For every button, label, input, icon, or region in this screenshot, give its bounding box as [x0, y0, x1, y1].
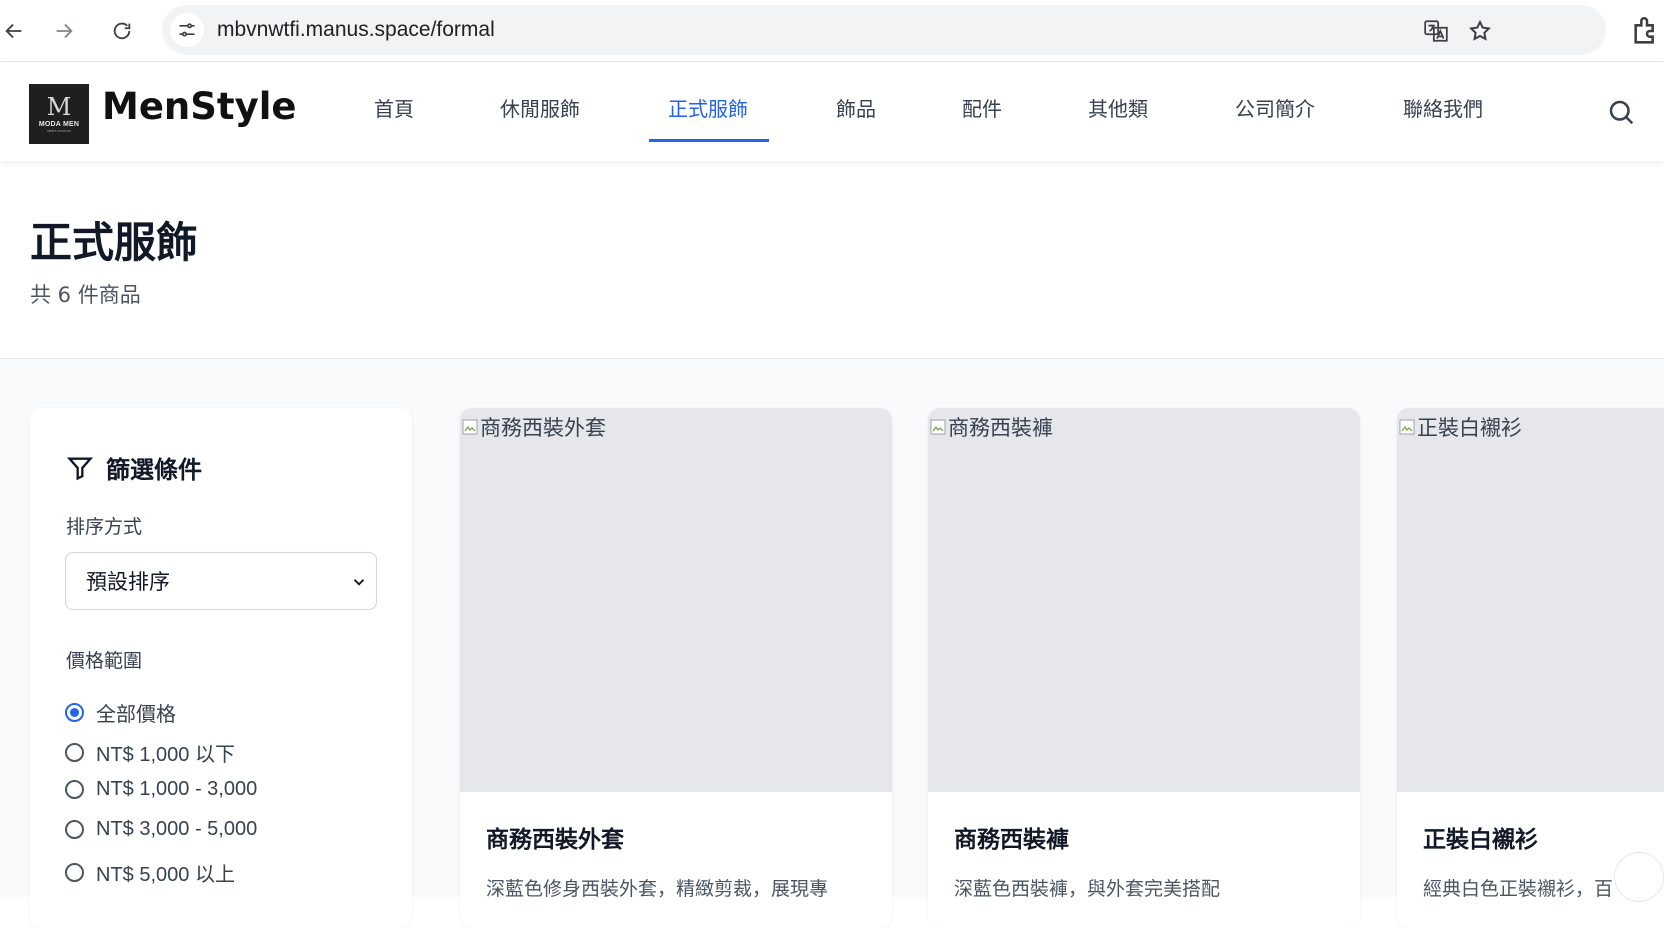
product-image[interactable]: 商務西裝外套: [460, 408, 892, 792]
forward-icon: [56, 23, 73, 39]
back-button[interactable]: [0, 14, 31, 48]
broken-image-icon: [1399, 419, 1415, 435]
price-option-label: NT$ 3,000 - 5,000: [96, 818, 258, 840]
site-info-icon: [179, 23, 195, 37]
logo[interactable]: M MODA MEN MEN'S FASHION: [29, 84, 89, 144]
product-name[interactable]: 商務西裝外套: [486, 820, 624, 854]
nav-home[interactable]: 首頁: [374, 93, 414, 122]
price-option-all[interactable]: 全部價格: [65, 698, 176, 727]
back-icon: [5, 23, 22, 39]
browser-toolbar: mbvnwtfi.manus.space/formal: [0, 0, 1664, 62]
main-content: 篩選條件 排序方式 預設排序 價格範圍 全部價格 NT$ 1,000 以下 NT…: [0, 360, 1664, 928]
site-info-button[interactable]: [170, 13, 204, 47]
price-option-label: 全部價格: [96, 704, 176, 726]
radio-button[interactable]: [65, 820, 84, 839]
price-option-label: NT$ 1,000 - 3,000: [96, 778, 258, 800]
product-count: 共 6 件商品: [30, 283, 141, 307]
filter-icon: [66, 457, 94, 480]
forward-button[interactable]: [47, 14, 81, 48]
radio-button[interactable]: [65, 780, 84, 799]
translate-button[interactable]: [1422, 17, 1450, 45]
filter-title: 篩選條件: [106, 456, 202, 484]
floating-action-button[interactable]: [1614, 852, 1664, 902]
nav-contact[interactable]: 聯絡我們: [1403, 93, 1483, 122]
reload-icon: [113, 22, 131, 40]
nav-formal[interactable]: 正式服飾: [668, 93, 748, 122]
logo-mark: M: [46, 93, 72, 121]
sort-label: 排序方式: [66, 516, 143, 538]
extensions-icon: [1634, 17, 1654, 44]
translate-icon: [1424, 20, 1448, 42]
product-card[interactable]: 商務西裝外套 商務西裝外套 深藍色修身西裝外套，精緻剪裁，展現專: [460, 408, 892, 928]
image-alt-text: 商務西裝褲: [948, 416, 1053, 440]
site-header: M MODA MEN MEN'S FASHION MenStyle 首頁 休閒服…: [0, 63, 1664, 161]
search-button[interactable]: [1606, 97, 1638, 129]
sort-select-value: 預設排序: [86, 570, 170, 594]
product-card[interactable]: 商務西裝褲 商務西裝褲 深藍色西裝褲，與外套完美搭配: [928, 408, 1360, 928]
logo-tagline: MEN'S FASHION: [47, 129, 71, 133]
nav-active-indicator: [649, 139, 769, 142]
search-icon: [1609, 100, 1634, 125]
star-icon: [1469, 19, 1491, 41]
nav-accessories[interactable]: 配件: [962, 93, 1002, 122]
radio-button[interactable]: [65, 743, 84, 762]
filter-panel: 篩選條件 排序方式 預設排序 價格範圍 全部價格 NT$ 1,000 以下 NT…: [30, 408, 412, 928]
sort-select[interactable]: 預設排序: [65, 552, 377, 610]
brand-name[interactable]: MenStyle: [102, 85, 297, 128]
product-card[interactable]: 正裝白襯衫 正裝白襯衫 經典白色正裝襯衫，百: [1397, 408, 1664, 928]
nav-others[interactable]: 其他類: [1088, 93, 1148, 122]
price-option-label: NT$ 5,000 以上: [96, 864, 235, 886]
radio-button[interactable]: [65, 863, 84, 882]
image-alt-text: 商務西裝外套: [480, 416, 606, 440]
price-option-under-1000[interactable]: NT$ 1,000 以下: [65, 738, 235, 767]
price-option-3000-5000[interactable]: NT$ 3,000 - 5,000: [65, 818, 257, 841]
broken-image-icon: [930, 419, 946, 435]
nav-about[interactable]: 公司簡介: [1235, 93, 1315, 122]
bookmark-button[interactable]: [1466, 17, 1494, 45]
extensions-button[interactable]: [1630, 14, 1664, 48]
address-bar[interactable]: mbvnwtfi.manus.space/formal: [162, 5, 1606, 55]
broken-image-icon: [462, 419, 478, 435]
image-alt-text: 正裝白襯衫: [1417, 416, 1522, 440]
logo-text: MODA MEN: [38, 121, 80, 128]
filter-header: 篩選條件: [66, 450, 202, 485]
product-name[interactable]: 商務西裝褲: [954, 820, 1069, 854]
nav-jewelry[interactable]: 飾品: [836, 93, 876, 122]
radio-button[interactable]: [65, 703, 84, 722]
page-header: 正式服飾 共 6 件商品: [0, 161, 1664, 359]
page-title: 正式服飾: [30, 218, 199, 267]
product-image[interactable]: 商務西裝褲: [928, 408, 1360, 792]
nav-casual[interactable]: 休閒服飾: [500, 93, 580, 122]
url-text[interactable]: mbvnwtfi.manus.space/formal: [217, 18, 495, 42]
price-option-1000-3000[interactable]: NT$ 1,000 - 3,000: [65, 778, 257, 801]
reload-button[interactable]: [105, 14, 139, 48]
product-name[interactable]: 正裝白襯衫: [1423, 820, 1538, 854]
product-image[interactable]: 正裝白襯衫: [1397, 408, 1664, 792]
chevron-down-icon: [353, 579, 365, 586]
price-option-label: NT$ 1,000 以下: [96, 744, 235, 766]
price-option-over-5000[interactable]: NT$ 5,000 以上: [65, 858, 235, 887]
price-range-label: 價格範圍: [66, 650, 143, 672]
